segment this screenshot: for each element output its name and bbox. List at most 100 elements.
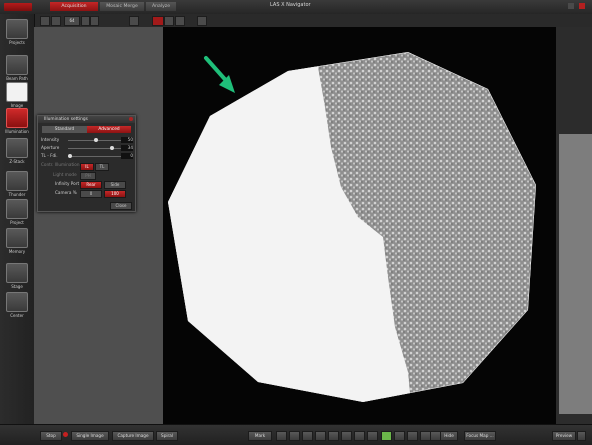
- bottom-toolbar: Stop Single Image Capture Image Spiral M…: [0, 424, 592, 445]
- camera-100-button[interactable]: 100: [104, 190, 126, 198]
- ellipse-tool-icon[interactable]: [328, 431, 339, 441]
- tab-mosaic-merge[interactable]: Mosaic Merge: [100, 2, 144, 11]
- intensity-slider[interactable]: [68, 138, 125, 142]
- intensity-slider-knob[interactable]: [94, 138, 98, 142]
- aperture-label: Aperture: [41, 145, 60, 150]
- sidebar-item-image[interactable]: Image: [3, 82, 31, 108]
- center-icon: [6, 292, 28, 312]
- window-title: LAS X Navigator: [270, 2, 311, 8]
- forward-button[interactable]: [51, 16, 61, 26]
- record-indicator-icon: [63, 432, 68, 437]
- sidebar-label: Illumination: [5, 129, 29, 134]
- lightbulb-icon: [6, 108, 28, 128]
- dialog-title: Illumination settings: [38, 116, 135, 123]
- zoom-field[interactable]: 64: [64, 16, 80, 26]
- camera-0-button[interactable]: 0: [80, 190, 102, 198]
- camera-icon: [6, 82, 28, 102]
- polygon-tool-icon[interactable]: [315, 431, 326, 441]
- mode-standard-tab[interactable]: Standard: [42, 126, 87, 133]
- view-button[interactable]: [197, 16, 207, 26]
- sidebar-item-z-stack[interactable]: Z-Stack: [3, 138, 31, 164]
- grid-button[interactable]: [90, 16, 99, 26]
- aperture-value[interactable]: 34: [121, 145, 133, 151]
- circle-tool-icon[interactable]: [341, 431, 352, 441]
- back-button[interactable]: [40, 16, 50, 26]
- focus-map-button[interactable]: Focus Map ...: [464, 431, 496, 441]
- cursor-tool-icon[interactable]: [276, 431, 287, 441]
- edit-tool-icon[interactable]: [394, 431, 405, 441]
- project-icon: [6, 199, 28, 219]
- sidebar-item-project[interactable]: Project: [3, 199, 31, 225]
- image-viewer[interactable]: [163, 27, 556, 424]
- intensity-row: Intensity 50: [41, 137, 133, 144]
- sidebar-label: Stage: [11, 284, 23, 289]
- sidebar-label: Memory: [8, 249, 26, 254]
- thumbnail-strip[interactable]: [559, 134, 592, 414]
- contr-illumination-label: Contr. Illumination: [41, 162, 80, 167]
- minimize-button[interactable]: [568, 3, 574, 9]
- layers-icon: [6, 138, 28, 158]
- sidebar-item-memory[interactable]: Memory: [3, 228, 31, 254]
- contr-tl-button[interactable]: TL: [95, 163, 109, 171]
- viewer-toolbar: 64: [34, 14, 592, 28]
- sidebar-label: Thunder: [8, 192, 26, 197]
- check-icon[interactable]: [381, 431, 392, 441]
- line-tool-icon[interactable]: [367, 431, 378, 441]
- tab-analyze[interactable]: Analyze: [146, 2, 176, 11]
- sidebar-label: Center: [10, 313, 24, 318]
- overlay-button[interactable]: [175, 16, 185, 26]
- aperture-slider[interactable]: [68, 146, 125, 150]
- sidebar-item-illumination[interactable]: Illumination: [3, 108, 31, 134]
- sidebar-item-projects[interactable]: Projects: [3, 19, 31, 45]
- close-window-button[interactable]: [579, 3, 585, 9]
- tl-fieldmax-slider[interactable]: [68, 154, 125, 158]
- thunder-icon: [6, 171, 28, 191]
- microscope-field-image: [168, 52, 536, 402]
- leica-logo: [4, 3, 32, 11]
- display-button[interactable]: [129, 16, 139, 26]
- add-tool-icon[interactable]: [289, 431, 300, 441]
- sidebar-item-center[interactable]: Center: [3, 292, 31, 318]
- freehand-tool-icon[interactable]: [354, 431, 365, 441]
- light-mode-field[interactable]: PH: [80, 172, 96, 180]
- close-dialog-icon[interactable]: [129, 117, 133, 121]
- rectangle-tool-icon[interactable]: [302, 431, 313, 441]
- sidebar-item-beam-path[interactable]: Beam Path: [3, 55, 31, 81]
- sidebar-label: Projects: [9, 40, 25, 45]
- single-image-button[interactable]: Single Image: [71, 431, 109, 441]
- aperture-slider-knob[interactable]: [110, 146, 114, 150]
- left-sidebar: Projects Beam Path Image Illumination Z-…: [0, 14, 35, 424]
- settings-button[interactable]: [164, 16, 174, 26]
- sidebar-item-stage[interactable]: Stage: [3, 263, 31, 289]
- preview-button[interactable]: Preview: [552, 431, 576, 441]
- mark-button[interactable]: Mark: [248, 431, 272, 441]
- stage-icon: [6, 263, 28, 283]
- chip-icon: [6, 228, 28, 248]
- copy-tool-icon[interactable]: [407, 431, 418, 441]
- zoom-dropdown[interactable]: [81, 16, 90, 26]
- hide-button[interactable]: Hide: [440, 431, 458, 441]
- sidebar-label: Project: [10, 220, 24, 225]
- annotation-arrow: [204, 56, 235, 93]
- aperture-row: Aperture 34: [41, 145, 133, 152]
- light-mode-label: Light mode: [53, 172, 77, 177]
- sidebar-item-thunder[interactable]: Thunder: [3, 171, 31, 197]
- contr-il-button[interactable]: IL: [80, 163, 94, 171]
- tl-fieldmax-label: TL - Fdi.: [41, 153, 58, 158]
- tl-fieldmax-slider-knob[interactable]: [68, 154, 72, 158]
- tab-acquisition[interactable]: Acquisition: [50, 2, 98, 11]
- navigator-overview-area[interactable]: [34, 27, 163, 424]
- close-button[interactable]: Close: [110, 202, 132, 210]
- tl-fieldmax-value[interactable]: 0: [121, 153, 133, 159]
- intensity-value[interactable]: 50: [121, 137, 133, 143]
- infinity-rear-button[interactable]: Rear: [80, 181, 102, 189]
- stop-button[interactable]: Stop: [40, 431, 62, 441]
- lut-red-button[interactable]: [152, 16, 164, 26]
- preview-dropdown-icon[interactable]: [577, 431, 586, 441]
- infinity-side-button[interactable]: Side: [104, 181, 126, 189]
- mode-advanced-tab[interactable]: Advanced: [87, 126, 131, 133]
- spiral-button[interactable]: Spiral: [156, 431, 178, 441]
- illumination-settings-dialog: Illumination settings Standard Advanced …: [37, 115, 136, 212]
- capture-image-button[interactable]: Capture Image: [112, 431, 154, 441]
- intensity-label: Intensity: [41, 137, 60, 142]
